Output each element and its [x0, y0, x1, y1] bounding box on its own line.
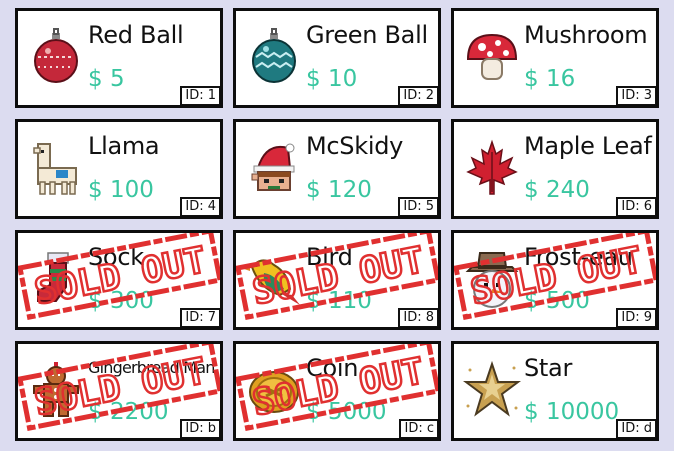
- item-price: $ 300: [88, 288, 154, 314]
- item-price: $ 5000: [306, 399, 387, 425]
- item-name: Mushroom: [524, 21, 648, 49]
- item-name: Red Ball: [88, 21, 184, 49]
- item-card-bird[interactable]: Bird $ 110 ID: 8 SOLD OUT: [233, 230, 441, 330]
- shop-grid: Red Ball $ 5 ID: 1 Green Ball $ 10 ID: 2: [0, 0, 674, 451]
- mushroom-icon: [462, 27, 522, 87]
- item-price: $ 2200: [88, 399, 169, 425]
- item-price: $ 110: [306, 288, 372, 314]
- item-card-mushroom[interactable]: Mushroom $ 16 ID: 3: [451, 8, 659, 108]
- item-id-badge: ID: 3: [616, 86, 656, 105]
- maple-leaf-icon: [462, 138, 522, 198]
- stocking-icon: [26, 249, 86, 309]
- item-price: $ 100: [88, 177, 154, 203]
- item-name: Llama: [88, 132, 160, 160]
- llama-icon: [26, 138, 86, 198]
- item-name: Star: [524, 354, 573, 382]
- item-id-badge: ID: 8: [398, 308, 438, 327]
- item-name: McSkidy: [306, 132, 404, 160]
- item-price: $ 10: [306, 66, 358, 92]
- elf-icon: [244, 138, 304, 198]
- item-card-coin[interactable]: Coin $ 5000 ID: c SOLD OUT: [233, 341, 441, 441]
- item-id-badge: ID: 7: [180, 308, 220, 327]
- item-card-llama[interactable]: Llama $ 100 ID: 4: [15, 119, 223, 219]
- item-id-badge: ID: 4: [180, 197, 220, 216]
- item-card-maple-leaf[interactable]: Maple Leaf $ 240 ID: 6: [451, 119, 659, 219]
- item-price: $ 120: [306, 177, 372, 203]
- item-card-gingerbread-man[interactable]: Gingerbread Man $ 2200 ID: b SOLD OUT: [15, 341, 223, 441]
- item-id-badge: ID: d: [616, 419, 656, 438]
- item-id-badge: ID: 5: [398, 197, 438, 216]
- item-card-sock[interactable]: Sock $ 300 ID: 7 SOLD OUT: [15, 230, 223, 330]
- bird-icon: [244, 249, 304, 309]
- item-price: $ 240: [524, 177, 590, 203]
- item-name: Frost-eau: [524, 243, 633, 271]
- gingerbread-man-icon: [26, 360, 86, 420]
- item-name: Sock: [88, 243, 144, 271]
- item-id-badge: ID: 1: [180, 86, 220, 105]
- coin-icon: [244, 360, 304, 420]
- snowman-icon: [462, 249, 522, 309]
- item-price: $ 5: [88, 66, 125, 92]
- item-name: Coin: [306, 354, 359, 382]
- item-id-badge: ID: 2: [398, 86, 438, 105]
- item-id-badge: ID: c: [399, 419, 438, 438]
- item-name: Bird: [306, 243, 353, 271]
- item-card-frost-eau[interactable]: Frost-eau $ 500 ID: 9 SOLD OUT: [451, 230, 659, 330]
- star-ornament-icon: [462, 360, 522, 420]
- item-card-red-ball[interactable]: Red Ball $ 5 ID: 1: [15, 8, 223, 108]
- item-card-star[interactable]: Star $ 10000 ID: d: [451, 341, 659, 441]
- item-name: Green Ball: [306, 21, 428, 49]
- item-price: $ 500: [524, 288, 590, 314]
- item-name: Gingerbread Man: [88, 358, 215, 377]
- item-id-badge: ID: b: [180, 419, 220, 438]
- green-ornament-icon: [244, 27, 304, 87]
- item-card-green-ball[interactable]: Green Ball $ 10 ID: 2: [233, 8, 441, 108]
- item-card-mcskidy[interactable]: McSkidy $ 120 ID: 5: [233, 119, 441, 219]
- item-price: $ 16: [524, 66, 576, 92]
- item-id-badge: ID: 6: [616, 197, 656, 216]
- item-name: Maple Leaf: [524, 132, 652, 160]
- item-price: $ 10000: [524, 399, 620, 425]
- item-id-badge: ID: 9: [616, 308, 656, 327]
- red-ornament-icon: [26, 27, 86, 87]
